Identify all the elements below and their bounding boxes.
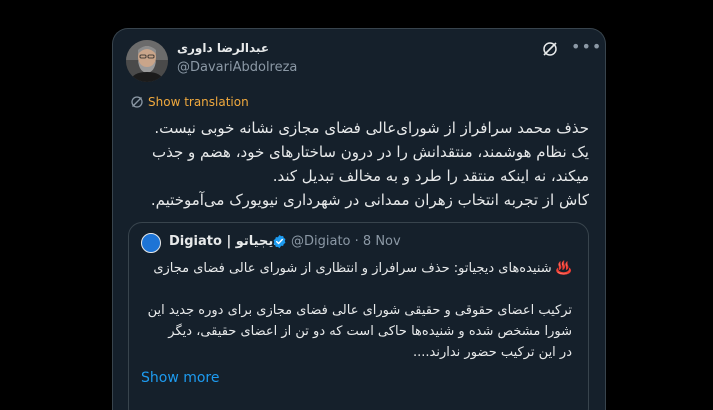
show-translation-link[interactable]: Show translation: [130, 95, 249, 109]
quoted-meta: @Digiato · 8 Nov: [291, 234, 401, 249]
quoted-tweet[interactable]: Digiato | دیجیاتو @Digiato · 8 Nov ♨️ شن…: [128, 222, 589, 410]
quoted-author-handle[interactable]: @Digiato: [291, 234, 351, 249]
more-options-icon[interactable]: •••: [571, 38, 602, 56]
quoted-author-name[interactable]: Digiato | دیجیاتو: [169, 234, 280, 249]
tweet-body-line: میکند، نه اینکه منتقد را طرد و به مخالف …: [272, 167, 589, 185]
quoted-body: ♨️ شنیده‌های دیجیاتو: حذف سرافراز و انتظ…: [142, 258, 572, 363]
quoted-author-name-en: Digiato: [169, 234, 222, 249]
tweet-body-line: حذف محمد سرافراز از شورای‌عالی فضای مجاز…: [154, 119, 589, 137]
author-name[interactable]: عبدالرضا داوری: [177, 41, 269, 55]
name-separator: |: [226, 234, 232, 249]
author-handle[interactable]: @DavariAbdolreza: [177, 60, 297, 75]
author-portrait-icon: [126, 40, 168, 82]
quoted-date[interactable]: 8 Nov: [363, 234, 401, 249]
show-translation-label: Show translation: [148, 95, 249, 109]
tweet-body: حذف محمد سرافراز از شورای‌عالی فضای مجاز…: [129, 116, 589, 212]
quoted-body-line: ترکیب اعضای حقوقی و حقیقی شورای عالی فضا…: [147, 303, 572, 318]
translate-icon: [131, 96, 143, 108]
digiato-logo-icon[interactable]: [141, 233, 161, 253]
tweet-body-line: کاش از تجربه انتخاب زهران ممدانی در شهرد…: [150, 191, 589, 209]
verified-badge-icon: [273, 234, 286, 249]
quoted-body-line: شورا مشخص شده و شنیده‌ها حاکی است که دو …: [168, 324, 572, 339]
quoted-body-line: در این ترکیب حضور ندارند....: [413, 345, 572, 360]
author-avatar[interactable]: [126, 40, 168, 82]
grok-icon[interactable]: [541, 40, 559, 58]
quoted-headline: ♨️ شنیده‌های دیجیاتو: حذف سرافراز و انتظ…: [153, 261, 572, 276]
tweet-card[interactable]: عبدالرضا داوری @DavariAbdolreza ••• Show…: [112, 28, 606, 410]
show-more-link[interactable]: Show more: [141, 370, 220, 386]
tweet-body-line: یک نظام هوشمند، منتقدانش را در درون ساخت…: [152, 143, 589, 161]
